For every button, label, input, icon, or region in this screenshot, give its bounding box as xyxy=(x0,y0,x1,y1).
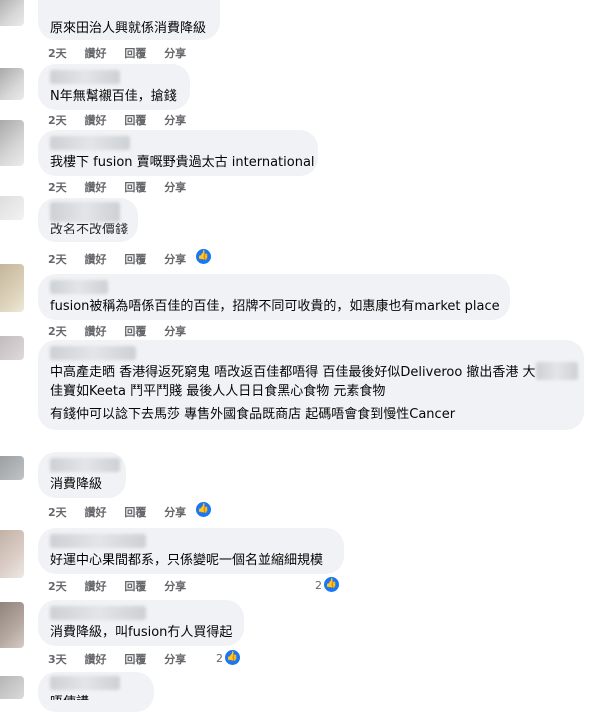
comment-time[interactable]: 2天 xyxy=(48,580,67,593)
avatar[interactable] xyxy=(0,456,24,480)
comment-actions: 3天 讚好 回覆 分享 xyxy=(48,651,200,667)
comment-time[interactable]: 2天 xyxy=(48,114,67,127)
avatar[interactable] xyxy=(0,264,24,312)
comment-bubble: 唔使講…… xyxy=(38,672,154,712)
comment-bubble: fusion被稱為唔係百佳的百佳，招牌不同可收貴的，如惠康也有market pl… xyxy=(38,274,510,320)
comment-bubble: 原來田治人興就係消費降級 xyxy=(38,0,220,40)
comment-text: fusion被稱為唔係百佳的百佳，招牌不同可收貴的，如惠康也有market pl… xyxy=(50,299,500,314)
reply-button[interactable]: 回覆 xyxy=(124,506,146,519)
comment-bubble: 改名不改價錢 xyxy=(38,198,138,242)
like-button[interactable]: 讚好 xyxy=(85,114,107,127)
commenter-name[interactable] xyxy=(50,676,120,690)
comment-actions: 2天 讚好 回覆 分享 xyxy=(48,323,200,339)
share-button[interactable]: 分享 xyxy=(164,181,186,194)
comment-bubble: N年無幫襯百佳，搶錢 xyxy=(38,64,190,110)
like-button[interactable]: 讚好 xyxy=(85,653,107,666)
comment-text: 唔使講…… xyxy=(50,694,115,700)
comment-actions: 2天 讚好 回覆 分享 xyxy=(48,578,200,594)
comment-text: N年無幫襯百佳，搶錢 xyxy=(50,89,177,104)
comment-time[interactable]: 2天 xyxy=(48,47,67,60)
comment-bubble: 消費降級 xyxy=(38,452,126,498)
reply-button[interactable]: 回覆 xyxy=(124,653,146,666)
share-button[interactable]: 分享 xyxy=(164,580,186,593)
comment-bubble: 好運中心果間都系，只係變呢一個名並縮細規模 xyxy=(38,528,344,574)
comment-bubble: 中高產走晒 香港得返死窮鬼 唔改返百佳都唔得 百佳最後好似Deliveroo 撤… xyxy=(38,340,584,430)
comment-time[interactable]: 3天 xyxy=(48,653,67,666)
share-button[interactable]: 分享 xyxy=(164,114,186,127)
comment-text: 消費降級，叫fusion冇人買得起 xyxy=(50,625,233,640)
avatar[interactable] xyxy=(0,530,24,578)
comment-time[interactable]: 2天 xyxy=(48,325,67,338)
comment-time[interactable]: 2天 xyxy=(48,181,67,194)
reaction-count[interactable]: 2 xyxy=(315,579,322,592)
blurred-name xyxy=(536,362,578,380)
comment-actions: 2天 讚好 回覆 分享 xyxy=(48,504,200,520)
comment-actions: 2天 讚好 回覆 分享 xyxy=(48,251,200,267)
reply-button[interactable]: 回覆 xyxy=(124,325,146,338)
like-button[interactable]: 讚好 xyxy=(85,253,107,266)
like-button[interactable]: 讚好 xyxy=(85,506,107,519)
comment-actions: 2天 讚好 回覆 分享 xyxy=(48,45,200,61)
comment-time[interactable]: 2天 xyxy=(48,253,67,266)
share-button[interactable]: 分享 xyxy=(164,253,186,266)
share-button[interactable]: 分享 xyxy=(164,325,186,338)
comment-text: 好運中心果間都系，只係變呢一個名並縮細規模 xyxy=(50,553,324,568)
comment-text: 消費降級 xyxy=(50,477,103,492)
comment-actions: 2天 讚好 回覆 分享 xyxy=(48,179,200,195)
reply-button[interactable]: 回覆 xyxy=(124,181,146,194)
avatar[interactable] xyxy=(0,120,24,166)
reply-button[interactable]: 回覆 xyxy=(124,47,146,60)
comment-text: 佳寶如Keeta 鬥平鬥賤 最後人人日日食黑心食物 元素食物 xyxy=(50,384,386,399)
comment-bubble: 消費降級，叫fusion冇人買得起 xyxy=(38,600,244,646)
commenter-name[interactable] xyxy=(50,70,120,84)
commenter-name[interactable] xyxy=(50,280,108,294)
comment-text: 有錢仲可以諗下去馬莎 專售外國食品既商店 起碼唔會食到慢性Cancer xyxy=(50,407,456,422)
commenter-name[interactable] xyxy=(50,346,136,360)
like-reaction-icon[interactable]: 👍 xyxy=(196,249,211,264)
avatar[interactable] xyxy=(0,336,24,360)
like-button[interactable]: 讚好 xyxy=(85,325,107,338)
like-reaction-icon[interactable]: 👍 xyxy=(324,577,339,592)
like-reaction-icon[interactable]: 👍 xyxy=(225,650,240,665)
like-reaction-icon[interactable]: 👍 xyxy=(196,502,211,517)
commenter-name[interactable] xyxy=(50,136,130,150)
reply-button[interactable]: 回覆 xyxy=(124,253,146,266)
comment-actions: 2天 讚好 回覆 分享 xyxy=(48,112,200,128)
reply-button[interactable]: 回覆 xyxy=(124,580,146,593)
share-button[interactable]: 分享 xyxy=(164,47,186,60)
comment-time[interactable]: 2天 xyxy=(48,506,67,519)
avatar[interactable] xyxy=(0,196,24,220)
reaction-count[interactable]: 2 xyxy=(216,652,223,665)
comment-bubble: 我樓下 fusion 賣嘅野貴過太古 international xyxy=(38,130,318,176)
avatar[interactable] xyxy=(0,602,24,648)
share-button[interactable]: 分享 xyxy=(164,506,186,519)
avatar[interactable] xyxy=(0,676,24,699)
commenter-name[interactable] xyxy=(50,534,146,548)
share-button[interactable]: 分享 xyxy=(164,653,186,666)
comment-text: 改名不改價錢 xyxy=(50,223,129,234)
comment-text: 原來田治人興就係消費降級 xyxy=(50,21,207,36)
commenter-name[interactable] xyxy=(50,606,146,620)
commenter-name[interactable] xyxy=(50,458,120,472)
avatar[interactable] xyxy=(0,0,24,26)
like-button[interactable]: 讚好 xyxy=(85,181,107,194)
avatar[interactable] xyxy=(0,68,24,100)
like-button[interactable]: 讚好 xyxy=(85,580,107,593)
comment-text: 我樓下 fusion 賣嘅野貴過太古 international xyxy=(50,155,315,170)
comment-text: 中高產走晒 香港得返死窮鬼 唔改返百佳都唔得 百佳最後好似Deliveroo 撤… xyxy=(50,365,536,380)
like-button[interactable]: 讚好 xyxy=(85,47,107,60)
reply-button[interactable]: 回覆 xyxy=(124,114,146,127)
commenter-name[interactable] xyxy=(50,202,120,222)
